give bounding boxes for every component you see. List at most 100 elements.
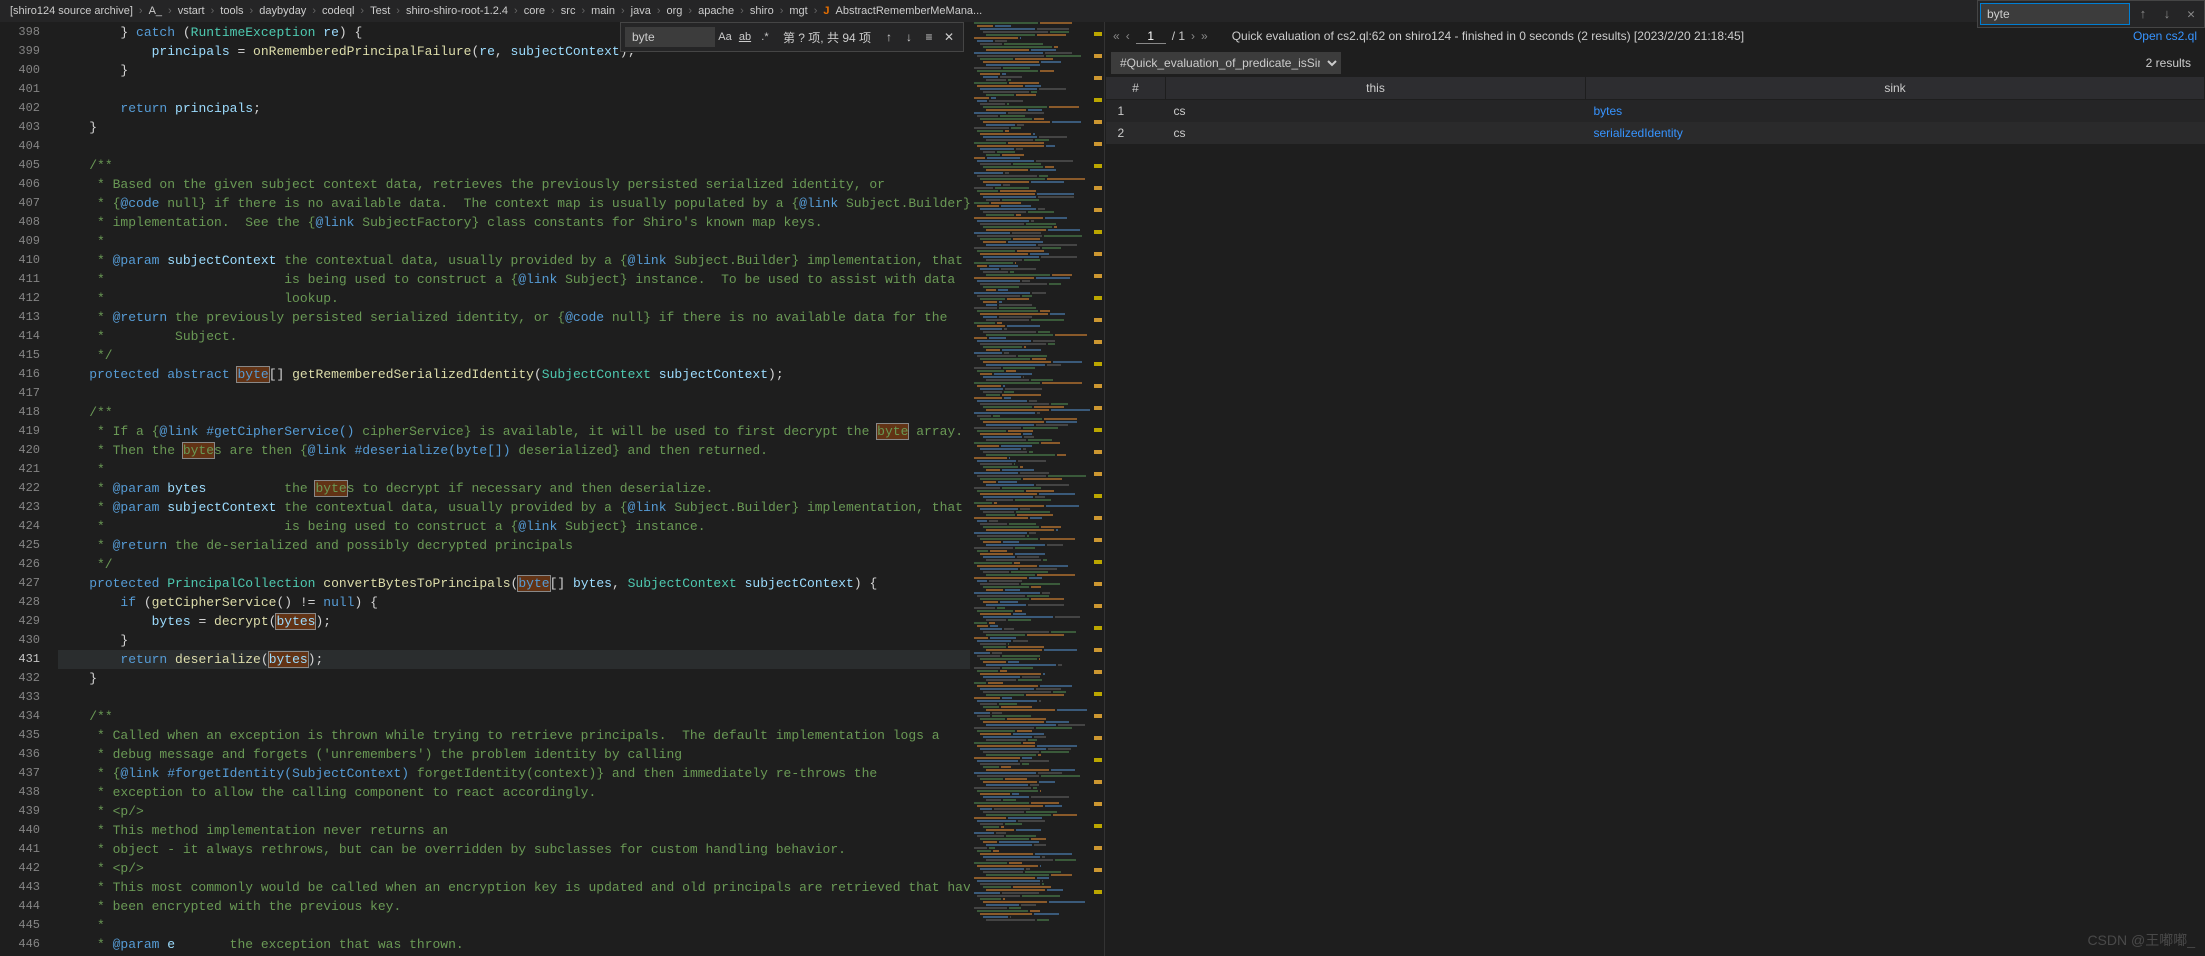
breadcrumb-segment[interactable]: Test [370,5,390,17]
code-line[interactable] [58,688,970,707]
code-content[interactable]: } catch (RuntimeException re) { principa… [58,22,970,956]
code-line[interactable]: /** [58,403,970,422]
breadcrumb-segment[interactable]: daybyday [259,5,306,17]
open-query-link[interactable]: Open cs2.ql [2133,29,2197,43]
breadcrumb-segment[interactable]: org [667,5,683,17]
code-line[interactable]: */ [58,346,970,365]
code-line[interactable]: * implementation. See the {@link Subject… [58,213,970,232]
code-line[interactable]: return principals; [58,99,970,118]
top-search-input[interactable] [1980,22,2130,25]
code-line[interactable]: * Then the bytes are then {@link #deseri… [58,441,970,460]
whole-word-icon[interactable]: ab [735,27,755,47]
find-close-icon[interactable]: ✕ [939,30,959,44]
code-line[interactable]: * been encrypted with the previous key. [58,897,970,916]
code-line[interactable]: * If a {@link #getCipherService() cipher… [58,422,970,441]
breadcrumb-segment[interactable]: core [524,5,545,17]
code-line[interactable]: * is being used to construct a {@link Su… [58,270,970,289]
results-dropdown[interactable]: #Quick_evaluation_of_predicate_isSink [1111,52,1341,74]
pager-prev-icon[interactable]: ‹ [1126,29,1130,43]
code-line[interactable] [58,384,970,403]
top-search-bar[interactable]: ↑ ↓ ✕ [1977,22,2205,28]
code-line[interactable]: * This most commonly would be called whe… [58,878,970,897]
code-line[interactable]: } [58,631,970,650]
code-line[interactable]: * object - it always rethrows, but can b… [58,840,970,859]
result-link[interactable]: bytes [1594,104,1623,118]
breadcrumb-segment[interactable]: A_ [149,5,162,17]
results-header-cell[interactable]: this [1166,77,1586,100]
code-line[interactable]: * <p/> [58,859,970,878]
search-close-icon[interactable]: ✕ [2180,22,2202,25]
find-bar[interactable]: Aa ab .* 第 ? 项, 共 94 项 ↑ ↓ ≡ ✕ [620,22,964,52]
breadcrumb-segment[interactable]: main [591,5,615,17]
code-line[interactable]: * [58,232,970,251]
pager-next-icon[interactable]: › [1191,29,1195,43]
code-line[interactable]: * @param e the exception that was thrown… [58,935,970,954]
breadcrumb-segment[interactable]: tools [220,5,243,17]
code-line[interactable]: return deserialize(bytes); [58,650,970,669]
watermark: CSDN @王嘟嘟_ [2087,930,2195,950]
code-line[interactable]: * {@code null} if there is no available … [58,194,970,213]
search-prev-icon[interactable]: ↑ [2132,22,2154,25]
pager-total: / 1 [1172,29,1185,43]
code-line[interactable]: /** [58,156,970,175]
code-line[interactable]: * lookup. [58,289,970,308]
pager-last-icon[interactable]: » [1201,29,1208,43]
table-row[interactable]: 1csbytes [1106,100,2205,123]
pager-input[interactable] [1136,29,1166,44]
code-line[interactable]: * @param bytes the bytes to decrypt if n… [58,479,970,498]
code-line[interactable]: * @param subjectContext the contextual d… [58,251,970,270]
code-line[interactable]: * <p/> [58,802,970,821]
minimap[interactable] [970,22,1090,956]
regex-icon[interactable]: .* [755,27,775,47]
breadcrumb-segment[interactable]: vstart [178,5,205,17]
find-next-icon[interactable]: ↓ [899,30,919,44]
result-link[interactable]: serializedIdentity [1594,126,1683,140]
results-header-cell[interactable]: sink [1586,77,2205,100]
breadcrumb-segment[interactable]: [shiro124 source archive] [10,5,133,17]
code-line[interactable]: * This method implementation never retur… [58,821,970,840]
match-case-icon[interactable]: Aa [715,27,735,47]
find-input[interactable] [625,27,715,47]
code-line[interactable] [58,80,970,99]
results-panel: ↑ ↓ ✕ « ‹ / 1 › » Quick evaluation of cs… [1105,22,2205,956]
code-line[interactable]: * @return the de-serialized and possibly… [58,536,970,555]
breadcrumb-segment[interactable]: apache [698,5,734,17]
code-line[interactable]: bytes = decrypt(bytes); [58,612,970,631]
code-line[interactable]: * @return the previously persisted seria… [58,308,970,327]
code-line[interactable]: * Based on the given subject context dat… [58,175,970,194]
code-line[interactable]: } [58,669,970,688]
breadcrumb-segment[interactable]: src [561,5,576,17]
breadcrumb-segment[interactable]: shiro [750,5,774,17]
code-line[interactable]: * debug message and forgets ('unremember… [58,745,970,764]
table-row[interactable]: 2csserializedIdentity [1106,122,2205,144]
code-line[interactable]: * @param subjectContext the contextual d… [58,498,970,517]
results-header-cell[interactable]: # [1106,77,1166,100]
code-line[interactable]: protected abstract byte[] getRememberedS… [58,365,970,384]
code-line[interactable]: * exception to allow the calling compone… [58,783,970,802]
code-line[interactable]: * [58,916,970,935]
code-line[interactable]: * Called when an exception is thrown whi… [58,726,970,745]
code-line[interactable]: } [58,118,970,137]
overview-ruler[interactable] [1090,22,1104,956]
find-prev-icon[interactable]: ↑ [879,30,899,44]
code-line[interactable]: /** [58,707,970,726]
code-editor[interactable]: 3983994004014024034044054064074084094104… [0,22,1105,956]
breadcrumb-segment[interactable]: shiro-shiro-root-1.2.4 [406,5,508,17]
code-line[interactable]: if (getCipherService() != null) { [58,593,970,612]
code-line[interactable]: */ [58,555,970,574]
search-next-icon[interactable]: ↓ [2156,22,2178,25]
code-line[interactable]: * {@link #forgetIdentity(SubjectContext)… [58,764,970,783]
code-line[interactable]: protected PrincipalCollection convertByt… [58,574,970,593]
breadcrumb-segment[interactable]: java [631,5,651,17]
find-selection-icon[interactable]: ≡ [919,30,939,44]
code-line[interactable]: } [58,61,970,80]
pager[interactable]: « ‹ / 1 › » [1113,29,1208,44]
breadcrumb-segment[interactable]: AbstractRememberMeMana... [836,5,983,17]
code-line[interactable]: * is being used to construct a {@link Su… [58,517,970,536]
pager-first-icon[interactable]: « [1113,29,1120,43]
code-line[interactable]: * Subject. [58,327,970,346]
code-line[interactable]: * [58,460,970,479]
breadcrumb-segment[interactable]: codeql [322,5,354,17]
breadcrumb-segment[interactable]: mgt [789,5,807,17]
code-line[interactable] [58,137,970,156]
